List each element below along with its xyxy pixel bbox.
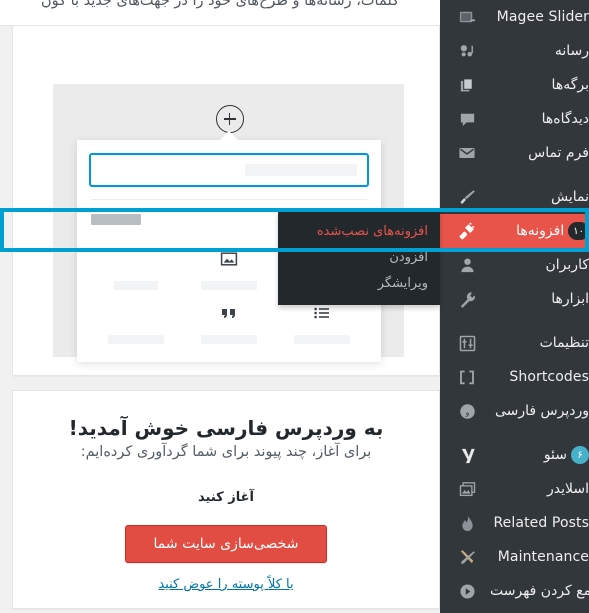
welcome-subtitle: برای آغاز، چند پیوند برای شما گردآوری کر… [80, 444, 372, 460]
sidebar-item-label: جمع کردن فهرست [490, 583, 589, 599]
users-icon [450, 256, 484, 275]
plugins-submenu: افزونه‌های نصب‌شده افزودن ویرایشگر [278, 212, 440, 305]
sidebar-item-users[interactable]: کاربران [440, 248, 589, 282]
sidebar-item-label: Magee Slider [496, 9, 589, 25]
sidebar-item-label: افزونه‌ها [516, 223, 565, 239]
sidebar-item-label: سئو [543, 447, 567, 463]
submenu-item-installed-plugins[interactable]: افزونه‌های نصب‌شده [278, 219, 440, 245]
maintenance-tools-icon [450, 548, 484, 567]
slider-gallery-icon [450, 480, 484, 499]
block-label-skeleton [107, 335, 164, 344]
image-icon [219, 246, 239, 272]
flame-icon [450, 514, 484, 533]
sidebar-item-media[interactable]: رسانه [440, 34, 589, 68]
pages-icon [450, 76, 484, 95]
block-label-skeleton [113, 281, 158, 290]
sidebar-item-contact-form[interactable]: فرم تماس [440, 136, 589, 170]
truncated-notice-text: کلمات، رسانه‌ها و طرح‌های خود را در جهت‌… [40, 0, 400, 9]
appearance-brush-icon [450, 187, 484, 207]
mail-icon [450, 143, 484, 163]
yoast-seo-icon [450, 446, 484, 465]
submenu-item-add-plugin[interactable]: افزودن [278, 245, 440, 271]
customize-site-button[interactable]: شخصی‌سازی سایت شما [124, 525, 328, 563]
block-item-quote[interactable] [182, 292, 275, 344]
block-item-gallery[interactable] [89, 292, 182, 344]
truncated-notice-strip: کلمات، رسانه‌ها و طرح‌های خود را در جهت‌… [0, 0, 440, 26]
sidebar-item-settings[interactable]: تنظیمات [440, 326, 589, 360]
plugins-plug-icon [450, 221, 484, 241]
sidebar-item-related-posts[interactable]: Related Posts [440, 506, 589, 540]
comments-icon [450, 110, 484, 129]
sidebar-item-comments[interactable]: دیدگاه‌ها [440, 102, 589, 136]
sidebar-item-label: ابزارها [551, 291, 589, 307]
sidebar-item-label: وردپرس فارسی [494, 403, 589, 419]
block-search-input[interactable] [89, 153, 369, 187]
sidebar-item-label: دیدگاه‌ها [541, 111, 589, 127]
block-item-image[interactable] [182, 238, 275, 290]
svg-text:و: و [464, 407, 469, 416]
sidebar-item-label: Shortcodes [509, 369, 589, 385]
sidebar-item-tools[interactable]: ابزارها [440, 282, 589, 316]
welcome-section-heading: آغاز کنید [198, 490, 254, 505]
quote-icon [219, 300, 239, 326]
wp-farsi-icon: و [450, 402, 484, 421]
sidebar-item-label: برگه‌ها [551, 77, 589, 93]
sidebar-item-label: اسلایدر [547, 481, 589, 497]
sidebar-item-label: رسانه [554, 43, 589, 59]
welcome-panel: به وردپرس فارسی خوش آمدید! برای آغاز، چن… [12, 390, 440, 609]
popover-caret [220, 131, 238, 140]
slider-image-icon [450, 8, 484, 27]
sidebar-item-label: Related Posts [493, 515, 589, 531]
sidebar-item-label: نمایش [550, 189, 589, 205]
submenu-item-plugin-editor[interactable]: ویرایشگر [278, 271, 440, 297]
editor-preview-panel [12, 26, 440, 376]
welcome-title: به وردپرس فارسی خوش آمدید! [68, 416, 384, 440]
block-label-skeleton [201, 281, 258, 290]
sidebar-item-maintenance[interactable]: Maintenance [440, 540, 589, 574]
sidebar-item-magee-slider[interactable]: Magee Slider [440, 0, 589, 34]
block-label-skeleton [201, 335, 258, 344]
sidebar-item-label: فرم تماس [528, 145, 589, 161]
sidebar-item-label: تنظیمات [539, 335, 589, 351]
menu-separator [440, 170, 589, 180]
sidebar-item-label: Maintenance [497, 549, 589, 565]
seo-notification-badge: ۶ [571, 446, 589, 464]
media-icon [450, 42, 484, 61]
collapse-arrow-icon [450, 582, 484, 601]
block-item-heading[interactable] [89, 238, 182, 290]
search-placeholder-skeleton [245, 164, 357, 176]
sidebar-item-slider[interactable]: اسلایدر [440, 472, 589, 506]
category-label-skeleton [91, 213, 141, 225]
plus-circle-icon[interactable] [215, 105, 244, 133]
menu-separator [440, 316, 589, 326]
change-theme-link[interactable]: یا کلاً پوسته را عوض کنید [29, 577, 423, 592]
sidebar-item-pages[interactable]: برگه‌ها [440, 68, 589, 102]
sidebar-item-label: کاربران [545, 257, 589, 273]
menu-separator [440, 428, 589, 438]
settings-sliders-icon [450, 334, 484, 353]
admin-sidebar-menu: Magee Slider رسانه برگه‌ها دیدگا [432, 0, 589, 613]
sidebar-item-seo[interactable]: سئو ۶ [440, 438, 589, 472]
sidebar-item-wp-farsi[interactable]: و وردپرس فارسی [440, 394, 589, 428]
main-content-area: کلمات، رسانه‌ها و طرح‌های خود را در جهت‌… [0, 0, 440, 613]
block-label-skeleton [294, 335, 351, 344]
sidebar-item-plugins[interactable]: افزونه‌ها ۱۰ [432, 214, 589, 248]
sidebar-item-appearance[interactable]: نمایش [440, 180, 589, 214]
tools-wrench-icon [450, 290, 484, 309]
shortcodes-brackets-icon [450, 368, 484, 387]
sidebar-item-shortcodes[interactable]: Shortcodes [440, 360, 589, 394]
plugins-update-badge: ۱۰ [568, 222, 589, 240]
inserter-divider [91, 199, 367, 200]
sidebar-item-collapse-menu[interactable]: جمع کردن فهرست [440, 574, 589, 608]
